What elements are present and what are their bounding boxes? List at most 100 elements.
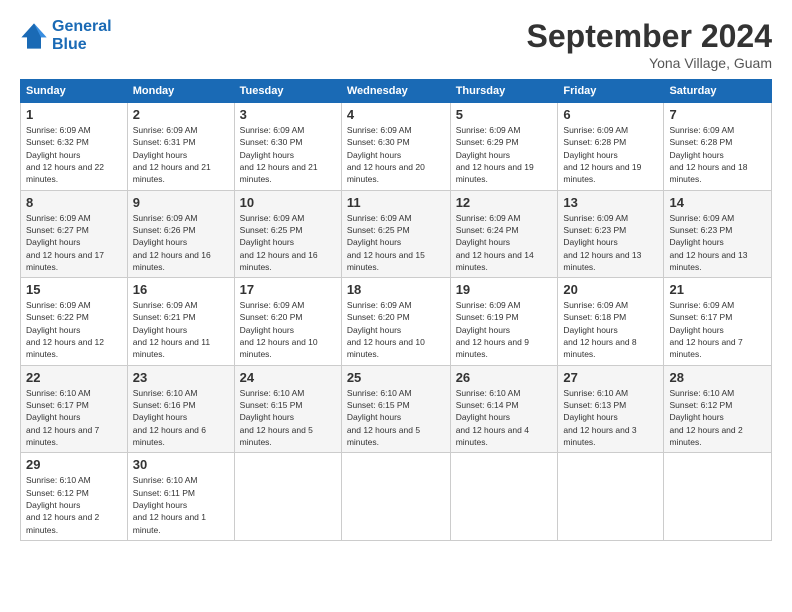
day-info: Sunrise: 6:10 AMSunset: 6:17 PMDaylight … [26, 388, 99, 447]
header: General Blue September 2024 Yona Village… [20, 18, 772, 71]
day-info: Sunrise: 6:09 AMSunset: 6:27 PMDaylight … [26, 213, 104, 272]
day-info: Sunrise: 6:09 AMSunset: 6:25 PMDaylight … [347, 213, 425, 272]
calendar-cell: 2 Sunrise: 6:09 AMSunset: 6:31 PMDayligh… [127, 103, 234, 191]
day-info: Sunrise: 6:09 AMSunset: 6:30 PMDaylight … [347, 125, 425, 184]
day-info: Sunrise: 6:09 AMSunset: 6:26 PMDaylight … [133, 213, 211, 272]
day-info: Sunrise: 6:10 AMSunset: 6:12 PMDaylight … [26, 475, 99, 534]
day-info: Sunrise: 6:09 AMSunset: 6:28 PMDaylight … [563, 125, 641, 184]
calendar-cell: 27 Sunrise: 6:10 AMSunset: 6:13 PMDaylig… [558, 365, 664, 453]
calendar-cell: 30 Sunrise: 6:10 AMSunset: 6:11 PMDaylig… [127, 453, 234, 541]
day-number: 17 [240, 282, 336, 297]
calendar-cell: 10 Sunrise: 6:09 AMSunset: 6:25 PMDaylig… [234, 190, 341, 278]
day-number: 12 [456, 195, 553, 210]
calendar-cell: 28 Sunrise: 6:10 AMSunset: 6:12 PMDaylig… [664, 365, 772, 453]
calendar-cell: 13 Sunrise: 6:09 AMSunset: 6:23 PMDaylig… [558, 190, 664, 278]
calendar-cell: 7 Sunrise: 6:09 AMSunset: 6:28 PMDayligh… [664, 103, 772, 191]
day-header-tuesday: Tuesday [234, 80, 341, 103]
day-header-monday: Monday [127, 80, 234, 103]
calendar-table: SundayMondayTuesdayWednesdayThursdayFrid… [20, 79, 772, 541]
calendar-cell: 12 Sunrise: 6:09 AMSunset: 6:24 PMDaylig… [450, 190, 558, 278]
week-row-4: 22 Sunrise: 6:10 AMSunset: 6:17 PMDaylig… [21, 365, 772, 453]
day-info: Sunrise: 6:09 AMSunset: 6:32 PMDaylight … [26, 125, 104, 184]
day-number: 25 [347, 370, 445, 385]
day-number: 23 [133, 370, 229, 385]
day-number: 8 [26, 195, 122, 210]
day-header-saturday: Saturday [664, 80, 772, 103]
day-info: Sunrise: 6:09 AMSunset: 6:20 PMDaylight … [347, 300, 425, 359]
day-number: 15 [26, 282, 122, 297]
calendar-cell: 17 Sunrise: 6:09 AMSunset: 6:20 PMDaylig… [234, 278, 341, 366]
week-row-2: 8 Sunrise: 6:09 AMSunset: 6:27 PMDayligh… [21, 190, 772, 278]
day-info: Sunrise: 6:09 AMSunset: 6:22 PMDaylight … [26, 300, 104, 359]
day-info: Sunrise: 6:09 AMSunset: 6:30 PMDaylight … [240, 125, 318, 184]
day-header-thursday: Thursday [450, 80, 558, 103]
logo-text: General Blue [52, 18, 112, 53]
day-number: 9 [133, 195, 229, 210]
calendar-cell: 23 Sunrise: 6:10 AMSunset: 6:16 PMDaylig… [127, 365, 234, 453]
day-number: 18 [347, 282, 445, 297]
calendar-cell: 4 Sunrise: 6:09 AMSunset: 6:30 PMDayligh… [341, 103, 450, 191]
calendar-cell: 21 Sunrise: 6:09 AMSunset: 6:17 PMDaylig… [664, 278, 772, 366]
day-number: 11 [347, 195, 445, 210]
day-number: 1 [26, 107, 122, 122]
calendar-cell: 15 Sunrise: 6:09 AMSunset: 6:22 PMDaylig… [21, 278, 128, 366]
calendar-cell: 5 Sunrise: 6:09 AMSunset: 6:29 PMDayligh… [450, 103, 558, 191]
day-number: 13 [563, 195, 658, 210]
day-number: 20 [563, 282, 658, 297]
day-info: Sunrise: 6:09 AMSunset: 6:25 PMDaylight … [240, 213, 318, 272]
calendar-cell: 16 Sunrise: 6:09 AMSunset: 6:21 PMDaylig… [127, 278, 234, 366]
title-block: September 2024 Yona Village, Guam [527, 18, 772, 71]
day-info: Sunrise: 6:09 AMSunset: 6:23 PMDaylight … [669, 213, 747, 272]
day-number: 10 [240, 195, 336, 210]
calendar-cell: 9 Sunrise: 6:09 AMSunset: 6:26 PMDayligh… [127, 190, 234, 278]
calendar-cell: 14 Sunrise: 6:09 AMSunset: 6:23 PMDaylig… [664, 190, 772, 278]
day-info: Sunrise: 6:09 AMSunset: 6:21 PMDaylight … [133, 300, 210, 359]
day-number: 22 [26, 370, 122, 385]
day-info: Sunrise: 6:10 AMSunset: 6:13 PMDaylight … [563, 388, 636, 447]
calendar-cell: 19 Sunrise: 6:09 AMSunset: 6:19 PMDaylig… [450, 278, 558, 366]
calendar-cell: 25 Sunrise: 6:10 AMSunset: 6:15 PMDaylig… [341, 365, 450, 453]
calendar-cell: 6 Sunrise: 6:09 AMSunset: 6:28 PMDayligh… [558, 103, 664, 191]
day-number: 14 [669, 195, 766, 210]
month-title: September 2024 [527, 18, 772, 55]
day-number: 2 [133, 107, 229, 122]
day-number: 19 [456, 282, 553, 297]
calendar-cell: 11 Sunrise: 6:09 AMSunset: 6:25 PMDaylig… [341, 190, 450, 278]
day-info: Sunrise: 6:09 AMSunset: 6:18 PMDaylight … [563, 300, 636, 359]
day-info: Sunrise: 6:10 AMSunset: 6:12 PMDaylight … [669, 388, 742, 447]
day-info: Sunrise: 6:10 AMSunset: 6:11 PMDaylight … [133, 475, 206, 534]
week-row-1: 1 Sunrise: 6:09 AMSunset: 6:32 PMDayligh… [21, 103, 772, 191]
day-header-friday: Friday [558, 80, 664, 103]
day-number: 29 [26, 457, 122, 472]
page: General Blue September 2024 Yona Village… [0, 0, 792, 612]
day-number: 24 [240, 370, 336, 385]
day-number: 21 [669, 282, 766, 297]
day-info: Sunrise: 6:09 AMSunset: 6:24 PMDaylight … [456, 213, 534, 272]
day-info: Sunrise: 6:09 AMSunset: 6:31 PMDaylight … [133, 125, 211, 184]
day-info: Sunrise: 6:09 AMSunset: 6:19 PMDaylight … [456, 300, 529, 359]
day-info: Sunrise: 6:09 AMSunset: 6:20 PMDaylight … [240, 300, 318, 359]
calendar-cell: 18 Sunrise: 6:09 AMSunset: 6:20 PMDaylig… [341, 278, 450, 366]
logo-icon [20, 22, 48, 50]
calendar-cell: 26 Sunrise: 6:10 AMSunset: 6:14 PMDaylig… [450, 365, 558, 453]
calendar-cell: 20 Sunrise: 6:09 AMSunset: 6:18 PMDaylig… [558, 278, 664, 366]
day-header-wednesday: Wednesday [341, 80, 450, 103]
day-info: Sunrise: 6:10 AMSunset: 6:15 PMDaylight … [240, 388, 313, 447]
day-number: 28 [669, 370, 766, 385]
day-number: 27 [563, 370, 658, 385]
day-info: Sunrise: 6:09 AMSunset: 6:23 PMDaylight … [563, 213, 641, 272]
calendar-cell: 29 Sunrise: 6:10 AMSunset: 6:12 PMDaylig… [21, 453, 128, 541]
day-header-sunday: Sunday [21, 80, 128, 103]
header-row: SundayMondayTuesdayWednesdayThursdayFrid… [21, 80, 772, 103]
logo: General Blue [20, 18, 112, 53]
calendar-cell [664, 453, 772, 541]
calendar-cell [558, 453, 664, 541]
calendar-cell: 24 Sunrise: 6:10 AMSunset: 6:15 PMDaylig… [234, 365, 341, 453]
day-info: Sunrise: 6:09 AMSunset: 6:17 PMDaylight … [669, 300, 742, 359]
day-number: 5 [456, 107, 553, 122]
location: Yona Village, Guam [527, 55, 772, 71]
week-row-3: 15 Sunrise: 6:09 AMSunset: 6:22 PMDaylig… [21, 278, 772, 366]
calendar-cell [341, 453, 450, 541]
day-info: Sunrise: 6:10 AMSunset: 6:15 PMDaylight … [347, 388, 420, 447]
calendar-cell: 3 Sunrise: 6:09 AMSunset: 6:30 PMDayligh… [234, 103, 341, 191]
